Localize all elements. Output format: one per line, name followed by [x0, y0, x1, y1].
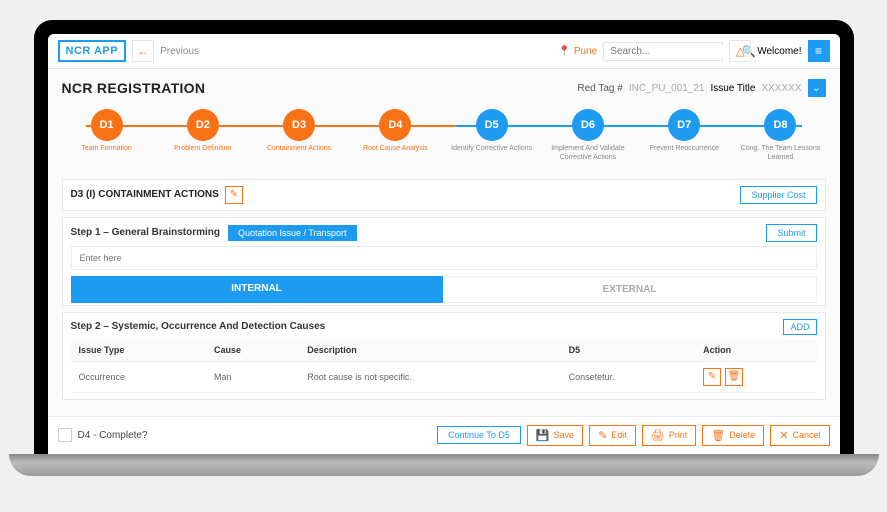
col-d5: D5 [561, 339, 695, 362]
col-cause: Cause [206, 339, 299, 362]
chevron-down-icon: ⌄ [812, 83, 820, 94]
topbar: NCR APP ← Previous 📍 Pune 🔍 △ Welcome! ≡ [48, 34, 840, 69]
issue-title-label: Issue Title [710, 83, 755, 94]
pencil-icon: ✎ [708, 371, 716, 382]
trash-icon: 🗑 [711, 429, 725, 442]
continue-button[interactable]: Continue To D5 [437, 426, 521, 444]
location-label: Pune [574, 46, 597, 57]
search-input[interactable] [610, 46, 742, 57]
issue-title-value: XXXXXX [761, 83, 801, 94]
search-box[interactable]: 🔍 [603, 42, 723, 61]
trash-icon: 🗑 [728, 371, 741, 382]
menu-button[interactable]: ≡ [808, 40, 830, 62]
print-button[interactable]: 🖨Print [642, 425, 696, 446]
step-d4[interactable]: D4Root Cause Analysis [350, 109, 440, 154]
welcome-label: Welcome! [757, 46, 801, 57]
cell-cause: Man [206, 361, 299, 392]
footer-bar: D4 - Complete? Continue To D5 💾Save ✎Edi… [48, 416, 840, 454]
save-icon: 💾 [536, 429, 550, 442]
brainstorm-input[interactable] [71, 246, 817, 270]
hamburger-icon: ≡ [815, 44, 822, 58]
pencil-icon: ✎ [230, 189, 238, 200]
tabs: INTERNAL EXTERNAL [71, 276, 817, 303]
col-action: Action [695, 339, 816, 362]
edit-button[interactable]: ✎Edit [589, 425, 636, 446]
app-logo: NCR APP [58, 40, 127, 62]
cell-d5: Consetetur. [561, 361, 695, 392]
bell-icon: △ [736, 44, 745, 58]
title-bar: NCR REGISTRATION Red Tag # INC_PU_001_21… [62, 79, 826, 97]
step-d1[interactable]: D1Team Formation [62, 109, 152, 154]
quotation-issue-button[interactable]: Quotation Issue / Transport [228, 225, 357, 241]
col-issue-type: Issue Type [71, 339, 207, 362]
causes-table: Issue Type Cause Description D5 Action O… [71, 339, 817, 393]
step1-panel: Step 1 – General Brainstorming Quotation… [62, 217, 826, 306]
row-delete-button[interactable]: 🗑 [725, 368, 743, 386]
red-tag-label: Red Tag # [577, 83, 622, 94]
issue-dropdown[interactable]: ⌄ [808, 79, 826, 97]
section-edit-button[interactable]: ✎ [225, 186, 243, 204]
close-icon: ✕ [779, 429, 788, 442]
page-title: NCR REGISTRATION [62, 80, 206, 96]
step2-panel: Step 2 – Systemic, Occurrence And Detect… [62, 312, 826, 400]
tab-internal[interactable]: INTERNAL [71, 276, 443, 303]
previous-label: Previous [160, 46, 199, 57]
step1-label: Step 1 – General Brainstorming [71, 227, 221, 238]
supplier-cost-button[interactable]: Supplier Cost [740, 186, 816, 204]
step-d3[interactable]: D3Containment Actions [254, 109, 344, 154]
alert-button[interactable]: △ [729, 40, 751, 62]
app-window: NCR APP ← Previous 📍 Pune 🔍 △ Welcome! ≡… [48, 34, 840, 454]
col-description: Description [299, 339, 560, 362]
cancel-button[interactable]: ✕Cancel [770, 425, 829, 446]
submit-button[interactable]: Submit [766, 224, 816, 242]
step-d5[interactable]: D5Identify Corrective Actions [447, 109, 537, 154]
pin-icon: 📍 [558, 46, 570, 57]
step-d8[interactable]: D8Cong. The Team Lessons Learned [735, 109, 825, 163]
save-button[interactable]: 💾Save [527, 425, 583, 446]
step-d7[interactable]: D7Prevent Reoccurrence [639, 109, 729, 154]
back-button[interactable]: ← [132, 40, 154, 62]
delete-button[interactable]: 🗑Delete [702, 425, 764, 446]
complete-label: D4 - Complete? [78, 430, 148, 441]
tab-external[interactable]: EXTERNAL [443, 276, 817, 303]
complete-checkbox[interactable] [58, 428, 72, 442]
step-d2[interactable]: D2Problem Definition [158, 109, 248, 154]
print-icon: 🖨 [651, 429, 665, 442]
row-edit-button[interactable]: ✎ [703, 368, 721, 386]
location-selector[interactable]: 📍 Pune [558, 46, 597, 57]
arrow-left-icon: ← [137, 44, 149, 58]
section-heading: D3 (I) CONTAINMENT ACTIONS [71, 189, 219, 200]
cell-description: Root cause is not specific. [299, 361, 560, 392]
pencil-icon: ✎ [598, 429, 607, 442]
cell-issue-type: Occurrence [71, 361, 207, 392]
step-tracker: D1Team Formation D2Problem Definition D3… [62, 109, 826, 163]
section-containment-header: D3 (I) CONTAINMENT ACTIONS ✎ Supplier Co… [62, 179, 826, 211]
step-d6[interactable]: D6Implement And Validate Corrective Acti… [543, 109, 633, 163]
red-tag-value: INC_PU_001_21 [629, 83, 705, 94]
step2-label: Step 2 – Systemic, Occurrence And Detect… [71, 321, 326, 332]
table-row: Occurrence Man Root cause is not specifi… [71, 361, 817, 392]
add-button[interactable]: ADD [783, 319, 816, 335]
